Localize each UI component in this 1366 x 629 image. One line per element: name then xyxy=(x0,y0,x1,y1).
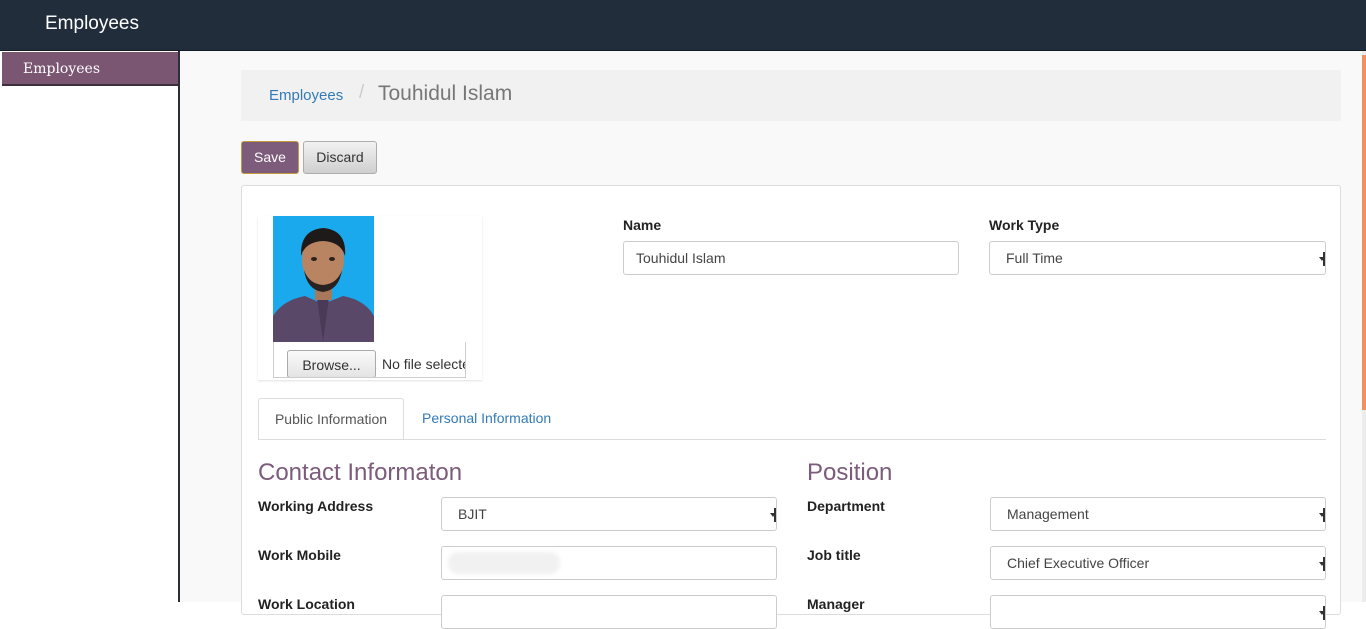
working-address-select[interactable]: BJIT xyxy=(441,497,777,531)
chevron-down-icon xyxy=(1319,508,1325,522)
chevron-down-icon xyxy=(1319,606,1325,620)
name-input[interactable]: Touhidul Islam xyxy=(623,241,959,275)
employee-photo-image xyxy=(273,216,374,342)
working-address-label: Working Address xyxy=(258,498,374,514)
work-location-label: Work Location xyxy=(258,596,355,612)
app-title[interactable]: Employees xyxy=(45,13,139,35)
breadcrumb-separator: / xyxy=(359,82,365,103)
photo-file-input[interactable]: Browse... No file selected. xyxy=(273,342,466,378)
work-type-label: Work Type xyxy=(989,217,1060,233)
sidebar-item-employees[interactable]: Employees xyxy=(2,52,178,86)
manager-select[interactable] xyxy=(990,595,1326,629)
employee-photo[interactable] xyxy=(273,216,374,342)
job-title-select[interactable]: Chief Executive Officer xyxy=(990,546,1326,580)
work-type-select[interactable]: Full Time xyxy=(989,241,1326,275)
redacted-value xyxy=(448,552,560,574)
manager-label: Manager xyxy=(807,596,865,612)
contact-section-title: Contact Informaton xyxy=(258,459,463,486)
name-label: Name xyxy=(623,217,662,233)
work-type-value: Full Time xyxy=(1006,250,1063,266)
tab-personal-information[interactable]: Personal Information xyxy=(422,398,551,440)
chevron-down-icon xyxy=(770,508,776,522)
scrollbar-thumb[interactable] xyxy=(1362,55,1366,410)
form-sheet: Browse... No file selected. Name Touhidu… xyxy=(241,185,1341,629)
browse-button[interactable]: Browse... xyxy=(287,350,376,377)
photo-widget: Browse... No file selected. xyxy=(258,216,482,380)
tabs-divider xyxy=(258,439,1326,440)
department-label: Department xyxy=(807,498,885,514)
breadcrumb-employees-link[interactable]: Employees xyxy=(269,87,343,104)
save-button[interactable]: Save xyxy=(241,141,299,174)
chevron-down-icon xyxy=(1319,252,1325,266)
work-location-input[interactable] xyxy=(441,595,777,629)
breadcrumb: Employees / Touhidul Islam xyxy=(241,70,1341,121)
department-select[interactable]: Management xyxy=(990,497,1326,531)
work-mobile-label: Work Mobile xyxy=(258,547,341,563)
position-section-title: Position xyxy=(807,459,893,486)
sidebar: Employees xyxy=(0,51,180,602)
top-navbar: Employees xyxy=(0,0,1366,51)
tab-public-information[interactable]: Public Information xyxy=(258,398,404,440)
discard-button[interactable]: Discard xyxy=(303,141,377,174)
chevron-down-icon xyxy=(1319,557,1325,571)
job-title-label: Job title xyxy=(807,547,861,563)
work-mobile-input[interactable] xyxy=(441,546,777,580)
working-address-value: BJIT xyxy=(458,506,487,522)
breadcrumb-current: Touhidul Islam xyxy=(378,82,513,105)
main-content: Employees / Touhidul Islam Save Discard xyxy=(180,51,1362,629)
file-status-text: No file selected. xyxy=(382,356,465,372)
job-title-value: Chief Executive Officer xyxy=(1007,555,1150,571)
department-value: Management xyxy=(1007,506,1089,522)
